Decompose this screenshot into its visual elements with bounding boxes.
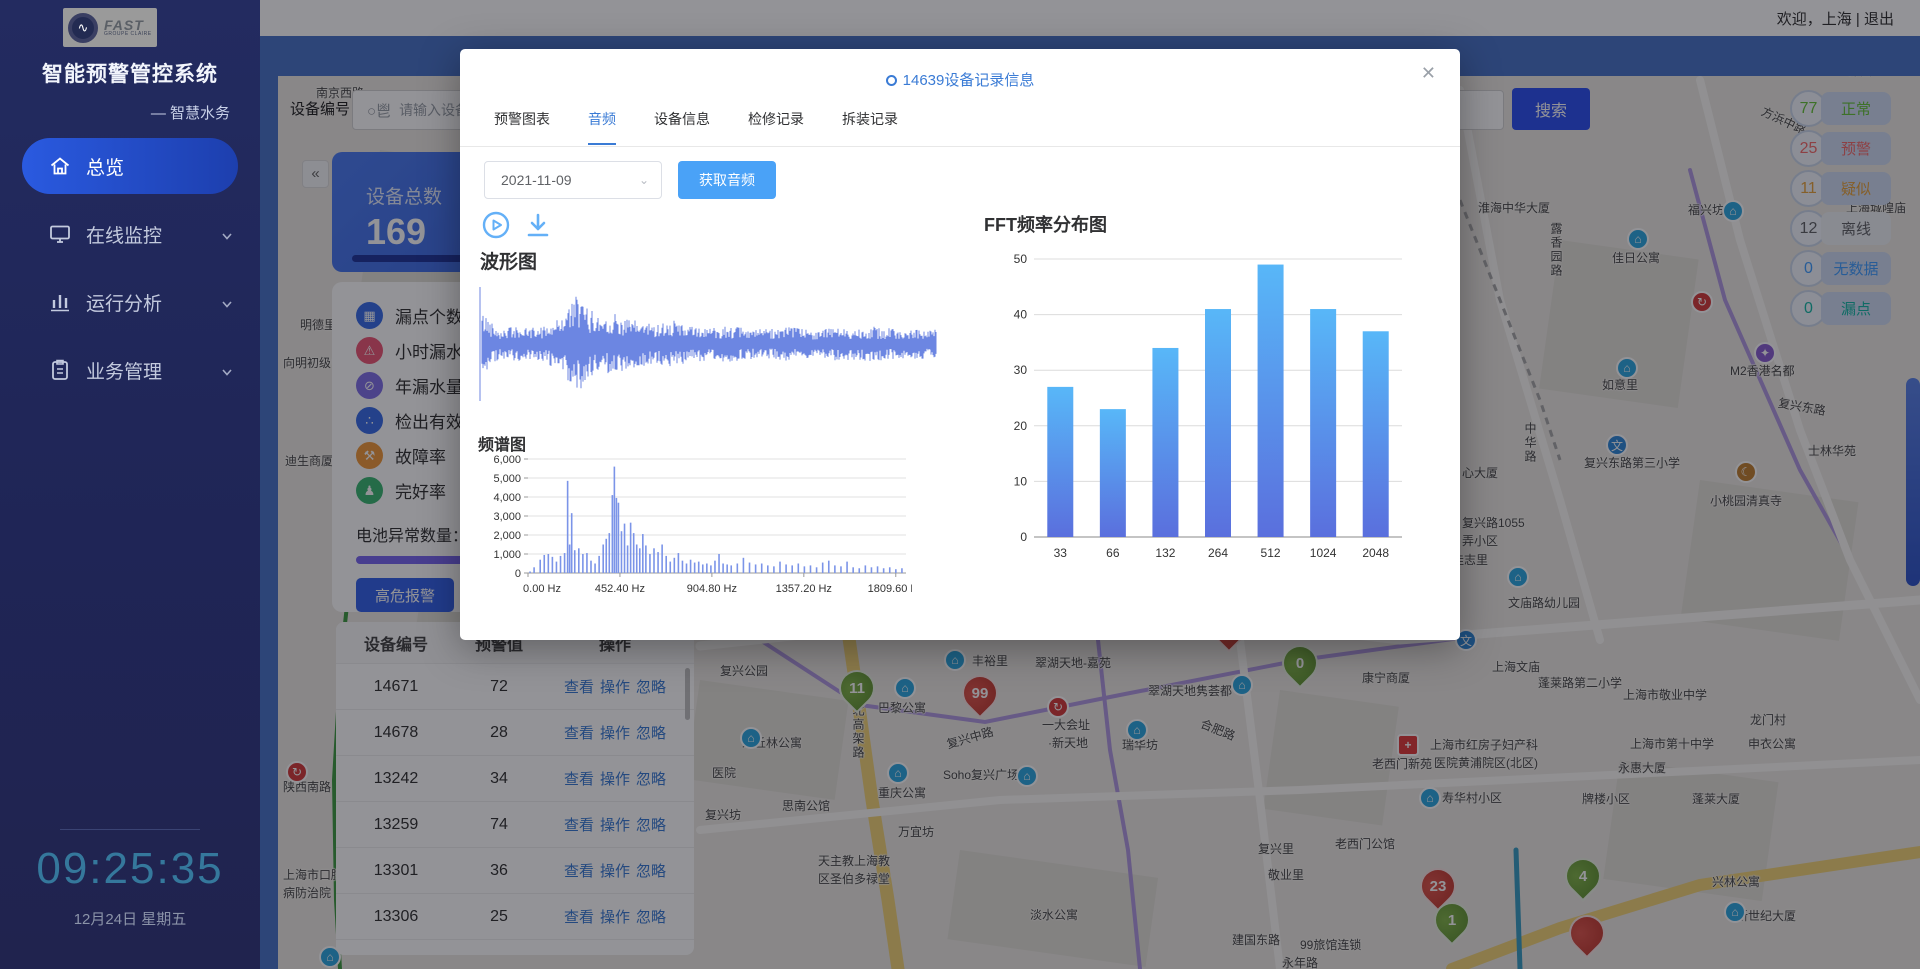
tab-预警图表[interactable]: 预警图表	[494, 109, 550, 145]
fft-chart-title: FFT频率分布图	[984, 211, 1107, 237]
svg-text:66: 66	[1106, 546, 1120, 560]
waveform-logo-icon: ∿	[68, 13, 98, 43]
modal-title: 14639设备记录信息	[460, 69, 1460, 90]
sidebar-item-总览[interactable]: 总览	[22, 138, 238, 194]
play-audio-icon[interactable]	[482, 211, 510, 239]
device-record-modal: 14639设备记录信息 ✕ 预警图表 音频 设备信息 检修记录 拆装记录 2021-11…	[460, 49, 1460, 640]
sidebar-item-业务管理[interactable]: 业务管理	[0, 342, 260, 398]
svg-text:132: 132	[1155, 546, 1175, 560]
chevron-down-icon	[220, 227, 234, 241]
chevron-down-icon: ⌄	[639, 173, 649, 187]
svg-text:20: 20	[1014, 419, 1028, 433]
svg-text:1024: 1024	[1310, 546, 1337, 560]
tab-设备信息[interactable]: 设备信息	[654, 109, 710, 145]
svg-text:30: 30	[1014, 363, 1028, 377]
sidebar-item-label: 在线监控	[86, 221, 162, 248]
sidebar-menu: 总览在线监控运行分析业务管理	[0, 138, 260, 410]
app-title: 智能预警管控系统	[0, 58, 260, 88]
app-subtitle: — 智慧水务	[151, 102, 230, 123]
svg-text:512: 512	[1261, 546, 1281, 560]
spectrum-chart: 0 1,000 2,000 3,000 4,000 5,000 6,000 0.00 Hz 45…	[478, 453, 912, 605]
logo-brand-text: FAST	[104, 18, 152, 32]
company-logo: ∿ FAST GROUPE CLAIRE	[63, 8, 157, 47]
svg-text:3,000: 3,000	[493, 511, 521, 523]
clock-divider	[60, 829, 200, 830]
clipboard-icon	[48, 358, 72, 382]
tab-音频[interactable]: 音频	[588, 109, 616, 145]
fetch-audio-button[interactable]: 获取音频	[678, 161, 776, 199]
record-circle-icon	[886, 75, 897, 86]
svg-text:6,000: 6,000	[493, 454, 521, 466]
bar-chart-icon	[48, 290, 72, 314]
waveform-chart-title: 波形图	[480, 247, 537, 274]
tab-拆装记录[interactable]: 拆装记录	[842, 109, 898, 145]
svg-text:2048: 2048	[1362, 546, 1389, 560]
svg-text:452.40 Hz: 452.40 Hz	[595, 583, 645, 595]
clock-time: 09:25:35	[0, 844, 260, 894]
svg-text:2,000: 2,000	[493, 530, 521, 542]
svg-text:33: 33	[1054, 546, 1068, 560]
svg-text:1357.20 Hz: 1357.20 Hz	[776, 583, 832, 595]
clock-widget: 09:25:35 12月24日 星期五	[0, 829, 260, 929]
svg-text:264: 264	[1208, 546, 1228, 560]
sidebar: ∿ FAST GROUPE CLAIRE 智能预警管控系统 — 智慧水务 总览在…	[0, 0, 260, 969]
spectrum-chart-title: 频谱图	[478, 431, 526, 455]
sidebar-item-在线监控[interactable]: 在线监控	[0, 206, 260, 262]
waveform-chart	[478, 285, 940, 403]
date-select[interactable]: 2021-11-09 ⌄	[484, 161, 662, 199]
logo-sub-text: GROUPE CLAIRE	[104, 32, 152, 37]
tab-检修记录[interactable]: 检修记录	[748, 109, 804, 145]
chevron-down-icon	[220, 363, 234, 377]
svg-text:50: 50	[1014, 252, 1028, 266]
svg-text:5,000: 5,000	[493, 473, 521, 485]
clock-date: 12月24日 星期五	[0, 908, 260, 929]
tabs-divider	[460, 146, 1460, 147]
svg-text:4,000: 4,000	[493, 492, 521, 504]
date-select-value: 2021-11-09	[501, 172, 572, 188]
close-icon[interactable]: ✕	[1421, 63, 1436, 84]
download-audio-icon[interactable]	[524, 211, 552, 239]
fft-bar-chart: 0 10 20 30 40 50 33 66 132 264 512 1024 2048	[998, 247, 1418, 569]
svg-text:0.00 Hz: 0.00 Hz	[523, 583, 561, 595]
sidebar-item-label: 总览	[86, 153, 124, 180]
home-icon	[48, 154, 72, 178]
monitor-icon	[48, 222, 72, 246]
chevron-down-icon	[220, 295, 234, 309]
svg-text:1,000: 1,000	[493, 549, 521, 561]
svg-text:10: 10	[1014, 474, 1028, 488]
svg-text:40: 40	[1014, 308, 1028, 322]
svg-text:0: 0	[515, 568, 521, 580]
svg-text:0: 0	[1020, 530, 1027, 544]
sidebar-item-运行分析[interactable]: 运行分析	[0, 274, 260, 330]
sidebar-item-label: 业务管理	[86, 357, 162, 384]
svg-text:904.80 Hz: 904.80 Hz	[687, 583, 737, 595]
modal-tabs: 预警图表 音频 设备信息 检修记录 拆装记录	[494, 109, 898, 145]
sidebar-item-label: 运行分析	[86, 289, 162, 316]
svg-text:1809.60 Hz: 1809.60 Hz	[868, 583, 912, 595]
